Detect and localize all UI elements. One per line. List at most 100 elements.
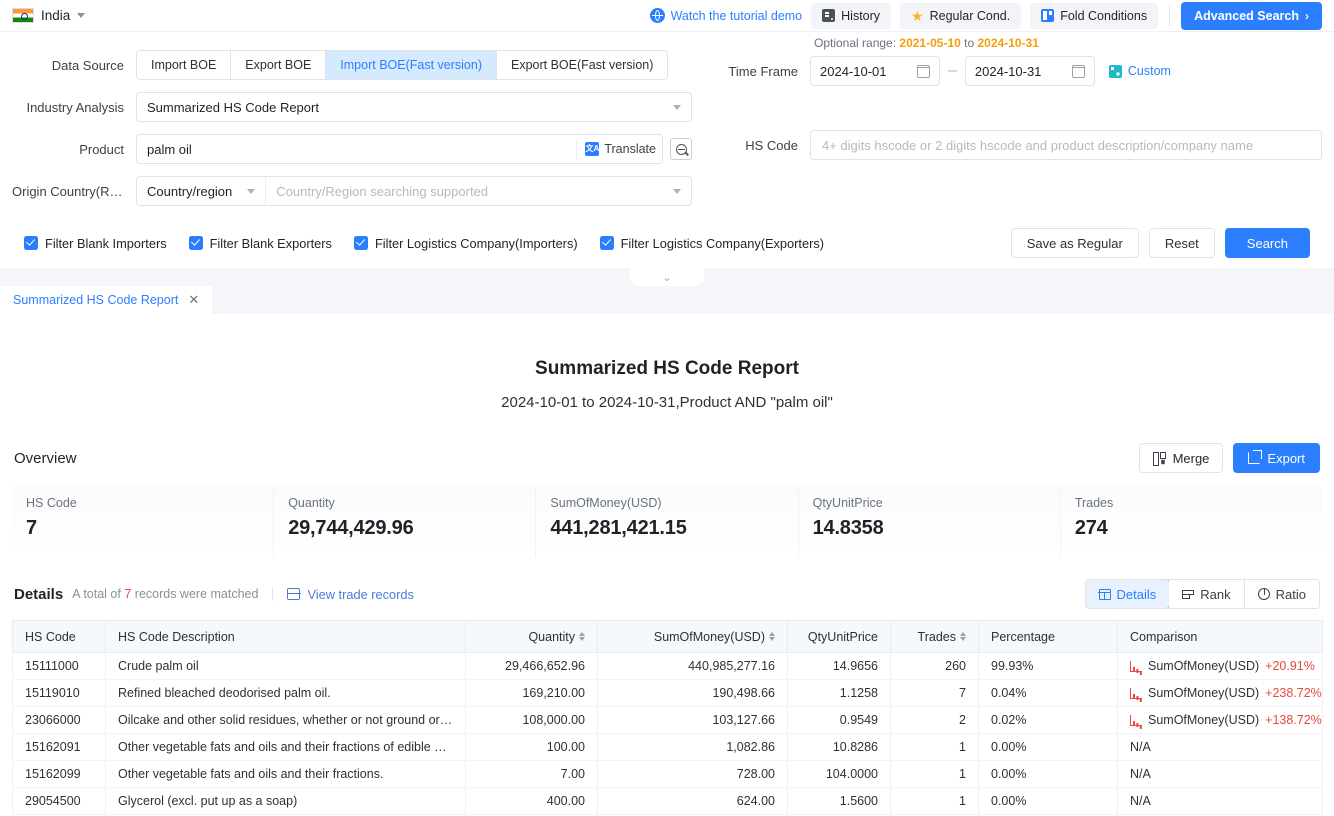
checkbox-filter-logistics-importers[interactable]: Filter Logistics Company(Importers) [353, 235, 578, 251]
table-header-row: HS Code HS Code Description Quantity Sum [12, 620, 1323, 653]
date-to-input[interactable]: 2024-10-31 [964, 56, 1095, 86]
sort-icon[interactable] [960, 632, 966, 641]
cell-percentage: 0.02% [978, 706, 1118, 734]
tab-import-boe[interactable]: Import BOE [137, 51, 232, 79]
checkbox-label: Filter Logistics Company(Importers) [374, 235, 578, 251]
cell-comparison: N/A [1117, 787, 1323, 815]
merge-icon [1152, 452, 1166, 466]
cell-description: Refined bleached deodorised palm oil. [105, 679, 466, 707]
calendar-icon [1071, 64, 1086, 78]
origin-country-field: Origin Country(Regi... Country/region Co… [12, 176, 692, 206]
panel-collapse-strip: ⌄ [0, 268, 1334, 286]
col-hs-code-description[interactable]: HS Code Description [105, 620, 466, 653]
product-label: Product [79, 141, 124, 157]
cell-description: Oilcake and other solid residues, whethe… [105, 706, 466, 734]
checkbox-label: Filter Logistics Company(Exporters) [620, 235, 824, 251]
watch-tutorial-link[interactable]: Watch the tutorial demo [649, 8, 802, 23]
cell-quantity: 100.00 [465, 733, 598, 761]
tab-import-boe-fast[interactable]: Import BOE(Fast version) [326, 51, 497, 79]
optional-range-from: 2021-05-10 [899, 36, 961, 50]
tab-export-boe-fast[interactable]: Export BOE(Fast version) [497, 51, 668, 79]
col-sum-of-money[interactable]: SumOfMoney(USD) [597, 620, 788, 653]
table-row[interactable]: 23066000 Oilcake and other solid residues… [12, 706, 1323, 734]
origin-country-group: Country/region Country/Region searching … [136, 176, 692, 206]
tab-export-boe[interactable]: Export BOE [231, 51, 327, 79]
view-mode-ratio[interactable]: Ratio [1244, 580, 1319, 608]
details-meta: A total of 7 records were matched [72, 587, 258, 601]
col-comparison[interactable]: Comparison [1117, 620, 1323, 653]
col-label: Comparison [1130, 629, 1198, 644]
table-row[interactable]: 15162091 Other vegetable fats and oils an… [12, 733, 1323, 761]
product-input-group: palm oil 文A Translate [136, 134, 692, 164]
table-row[interactable]: 15162099 Other vegetable fats and oils an… [12, 760, 1323, 788]
search-button[interactable]: Search [1224, 228, 1310, 258]
col-qty-unit-price[interactable]: QtyUnitPrice [787, 620, 891, 653]
comparison-value: SumOfMoney(USD) +238.72% [1130, 686, 1322, 700]
product-search-helper-button[interactable] [670, 138, 692, 160]
metric-trades: Trades 274 [1061, 485, 1322, 557]
cell-qty-unit-price: 1.5600 [787, 787, 891, 815]
cell-trades: 1 [890, 760, 979, 788]
col-hs-code[interactable]: HS Code [12, 620, 106, 653]
comparison-value: SumOfMoney(USD) +138.72% [1130, 713, 1322, 727]
checkbox-filter-blank-importers[interactable]: Filter Blank Importers [24, 236, 167, 251]
date-range-separator: – [948, 62, 957, 79]
translate-button[interactable]: 文A Translate [576, 139, 656, 159]
col-quantity[interactable]: Quantity [465, 620, 598, 653]
close-icon[interactable]: ✕ [188, 292, 199, 308]
cell-qty-unit-price: 10.8286 [787, 733, 891, 761]
sort-icon[interactable] [769, 632, 775, 641]
view-mode-details[interactable]: Details [1085, 580, 1171, 608]
col-label: Quantity [528, 629, 575, 644]
save-as-regular-button[interactable]: Save as Regular [1010, 228, 1139, 258]
checkbox-label: Filter Blank Importers [45, 235, 167, 251]
checkbox-filter-blank-exporters[interactable]: Filter Blank Exporters [188, 236, 332, 251]
origin-search-select[interactable]: Country/Region searching supported [266, 177, 691, 205]
product-input[interactable]: palm oil 文A Translate [136, 134, 663, 164]
data-source-tabs: Import BOE Export BOE Import BOE(Fast ve… [136, 50, 669, 80]
cell-percentage: 0.00% [978, 760, 1118, 788]
table-row[interactable]: 29054500 Glycerol (excl. put up as a soap… [12, 787, 1323, 815]
view-trade-records-link[interactable]: View trade records [287, 587, 414, 602]
video-icon [649, 8, 665, 23]
table-row[interactable]: 15119010 Refined bleached deodorised palm… [12, 679, 1323, 707]
export-button[interactable]: Export [1233, 443, 1320, 473]
regular-cond-button[interactable]: ★ Regular Cond. [900, 2, 1022, 29]
checkbox-filter-logistics-exporters[interactable]: Filter Logistics Company(Exporters) [599, 235, 824, 251]
table-row[interactable]: 15111000 Crude palm oil 29,466,652.96 440,9… [12, 652, 1323, 680]
merge-button[interactable]: Merge [1138, 443, 1224, 473]
chevron-down-icon [77, 13, 86, 18]
history-button[interactable]: History [811, 2, 892, 29]
cell-quantity: 7.00 [465, 760, 598, 788]
col-label: QtyUnitPrice [807, 629, 878, 644]
date-from-input[interactable]: 2024-10-01 [810, 56, 940, 86]
col-label: HS Code Description [118, 629, 235, 644]
col-percentage[interactable]: Percentage [978, 620, 1118, 653]
metric-label: SumOfMoney(USD) [550, 496, 662, 510]
tab-summarized-hs-code-report[interactable]: Summarized HS Code Report ✕ [0, 286, 213, 314]
cell-hs-code: 15162099 [12, 760, 106, 788]
table-header: HS Code HS Code Description Quantity Sum [12, 620, 1323, 653]
cell-trades: 2 [890, 706, 979, 734]
hs-code-input[interactable]: 4+ digits hscode or 2 digits hscode and … [810, 130, 1322, 160]
cell-description: Crude palm oil [105, 652, 466, 680]
view-mode-rank[interactable]: Rank [1169, 580, 1245, 608]
cell-comparison: N/A [1117, 760, 1323, 788]
origin-country-label: Origin Country(Regi... [12, 183, 136, 199]
col-trades[interactable]: Trades [890, 620, 979, 653]
cell-qty-unit-price: 0.9549 [787, 706, 891, 734]
advanced-search-button[interactable]: Advanced Search › [1181, 1, 1322, 30]
sort-icon[interactable] [579, 632, 585, 641]
industry-analysis-select[interactable]: Summarized HS Code Report [136, 92, 692, 122]
search-right-column: Optional range: 2021-05-10 to 2024-10-31… [692, 36, 1322, 172]
cell-qty-unit-price: 104.0000 [787, 760, 891, 788]
origin-kind-select[interactable]: Country/region [137, 177, 267, 205]
collapse-panel-button[interactable]: ⌄ [630, 268, 704, 286]
optional-range-prefix: Optional range: [814, 36, 897, 50]
cell-sum-of-money: 440,985,277.16 [597, 652, 788, 680]
country-selector[interactable]: India [12, 8, 86, 23]
custom-range-button[interactable]: Custom [1108, 64, 1171, 78]
india-flag-icon [12, 8, 34, 23]
reset-button[interactable]: Reset [1148, 228, 1215, 258]
fold-conditions-button[interactable]: Fold Conditions [1030, 2, 1159, 29]
